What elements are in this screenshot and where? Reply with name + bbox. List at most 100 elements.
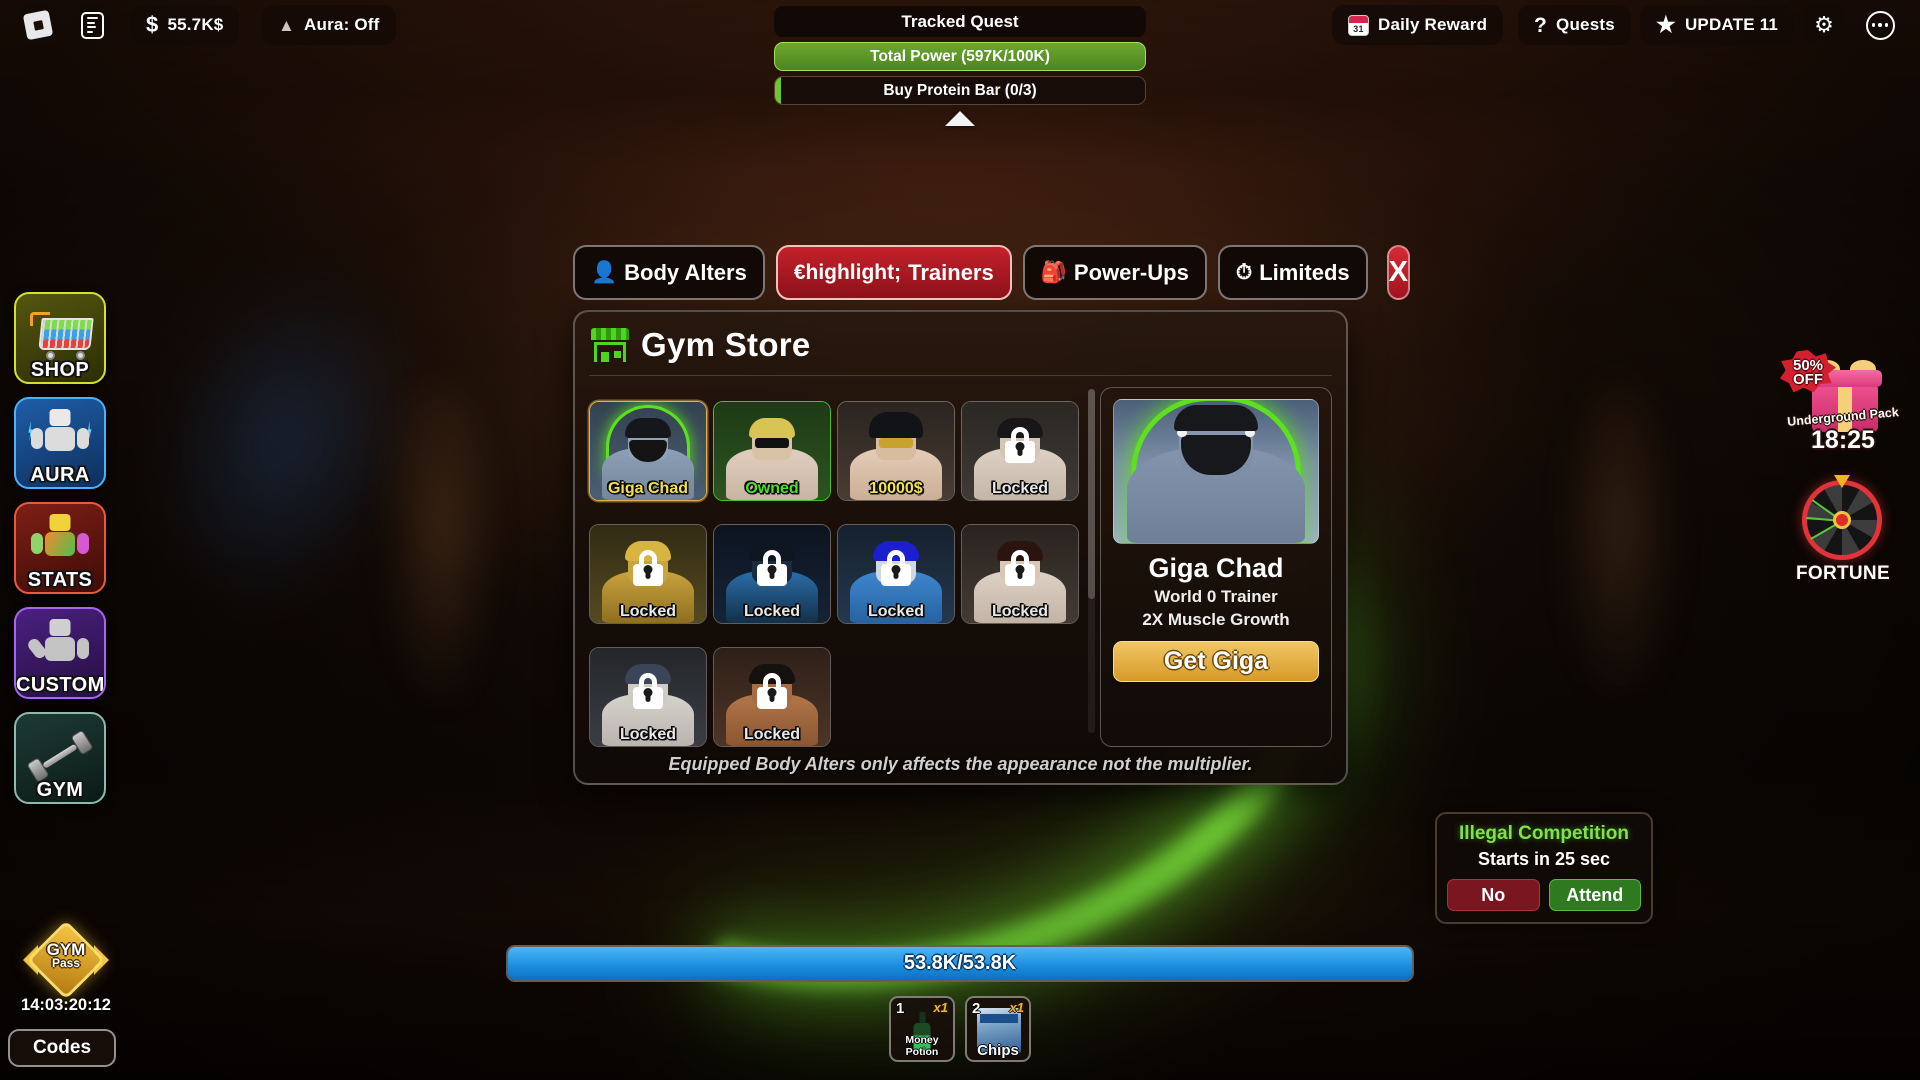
lock-icon bbox=[1005, 427, 1035, 464]
document-menu-icon bbox=[80, 11, 104, 39]
hotbar-slot-count: x1 bbox=[933, 1000, 948, 1015]
quests-button[interactable]: ? Quests bbox=[1518, 5, 1631, 45]
discount-suffix: OFF bbox=[1793, 371, 1823, 388]
store-item-card[interactable]: RoboLift 1000 Locked bbox=[713, 524, 831, 624]
tab-power-ups[interactable]: 🎒 Power-Ups bbox=[1022, 245, 1207, 300]
store-item-card[interactable]: Shmulk Slogan Owned bbox=[713, 401, 831, 501]
sidebar-item-label: CUSTOM bbox=[16, 674, 105, 696]
hotbar-slot-2[interactable]: 2 x1 Chips bbox=[965, 996, 1031, 1062]
store-scrollbar[interactable] bbox=[1088, 389, 1095, 733]
sidebar-item-label: SHOP bbox=[30, 359, 90, 381]
quest-objective-label: Buy Protein Bar (0/3) bbox=[883, 81, 1037, 99]
update-label: UPDATE 11 bbox=[1684, 15, 1779, 34]
sidebar-item-label: STATS bbox=[27, 569, 93, 591]
store-title: Gym Store bbox=[641, 326, 811, 363]
store-item-card[interactable]: Undeground Lifter 10000$ bbox=[837, 401, 955, 501]
quest-objective-label: Total Power (597K/100K) bbox=[870, 47, 1050, 65]
settings-button[interactable]: ⚙ bbox=[1804, 5, 1844, 45]
question-mark-icon: ? bbox=[1534, 13, 1548, 37]
gear-icon: ⚙ bbox=[1814, 12, 1834, 37]
item-status: Locked bbox=[743, 603, 800, 620]
item-status: Owned bbox=[745, 480, 799, 497]
aura-flame-icon: ▲ bbox=[278, 15, 296, 35]
xp-progress-bar: 53.8K/53.8K bbox=[506, 945, 1414, 982]
event-decline-button[interactable]: No bbox=[1447, 879, 1540, 911]
tab-label: Body Alters bbox=[624, 259, 747, 285]
hotbar-slot-key: 2 bbox=[972, 1000, 981, 1017]
dollar-icon: $ bbox=[146, 12, 159, 37]
lock-icon bbox=[757, 550, 787, 587]
top-bar: $ 55.7K$ ▲ Aura: Off 31 Daily Reward ? Q… bbox=[0, 0, 1920, 48]
hotbar-slot-count: x1 bbox=[1009, 1000, 1024, 1015]
close-store-button[interactable]: X bbox=[1386, 245, 1411, 300]
tab-body-alters[interactable]: 👤 Body Alters bbox=[573, 245, 765, 300]
daily-reward-button[interactable]: 31 Daily Reward bbox=[1332, 5, 1504, 45]
tab-label: Limiteds bbox=[1259, 259, 1350, 285]
roblox-logo-icon bbox=[22, 9, 54, 41]
item-detail-name: Giga Chad bbox=[1148, 553, 1284, 583]
roblox-logo-button[interactable] bbox=[18, 5, 58, 45]
store-item-grid: Giga Chad Giga Chad Shmulk Slogan Owned bbox=[589, 387, 1088, 747]
lock-icon bbox=[757, 673, 787, 710]
event-accept-button[interactable]: Attend bbox=[1548, 879, 1641, 911]
get-item-button[interactable]: Get Giga bbox=[1113, 641, 1319, 682]
store-item-card[interactable]: Giga Chad Giga Chad bbox=[589, 401, 707, 501]
store-header: Gym Store bbox=[589, 324, 1332, 376]
store-front-icon bbox=[591, 328, 629, 362]
more-options-button[interactable] bbox=[1860, 5, 1900, 45]
item-status: Locked bbox=[991, 480, 1048, 497]
sidebar-item-stats[interactable]: STATS bbox=[14, 502, 106, 594]
muscle-shirt-icon: 👤 bbox=[591, 261, 618, 284]
tab-label: Power-Ups bbox=[1073, 259, 1189, 285]
hotbar-slot-1[interactable]: 1 x1 Money Potion bbox=[889, 996, 955, 1062]
item-status: Giga Chad bbox=[607, 480, 688, 497]
lock-icon bbox=[633, 550, 663, 587]
chevron-up-icon[interactable] bbox=[945, 111, 975, 126]
promo-pack-timer: 18:25 bbox=[1811, 426, 1875, 454]
fortune-wheel-icon bbox=[1802, 475, 1882, 560]
store-item-card[interactable]: Red Hair Locked bbox=[961, 524, 1079, 624]
store-item-card[interactable]: Frog Lord Locked bbox=[589, 647, 707, 747]
item-status: Locked bbox=[743, 726, 800, 743]
sidebar-item-custom[interactable]: CUSTOM bbox=[14, 607, 106, 699]
store-tabs: 👤 Body Alters €highlight; Trainers 🎒 Pow… bbox=[573, 245, 1411, 300]
xp-progress-label: 53.8K/53.8K bbox=[903, 952, 1017, 974]
item-status: Locked bbox=[991, 603, 1048, 620]
sidebar-item-gym[interactable]: GYM bbox=[14, 712, 106, 804]
currency-chip[interactable]: $ 55.7K$ bbox=[130, 5, 240, 45]
sidebar-item-label: GYM bbox=[36, 779, 84, 801]
gym-pass-widget[interactable]: GYM Pass 14:03:20:12 bbox=[16, 918, 116, 1015]
left-sidebar: SHOP AURA STATS CUSTOM GYM bbox=[14, 292, 106, 804]
item-status: Locked bbox=[619, 726, 676, 743]
tab-trainers[interactable]: €highlight; Trainers bbox=[775, 245, 1012, 300]
stopwatch-icon: ⏱ bbox=[1235, 261, 1253, 284]
gym-store-modal: 👤 Body Alters €highlight; Trainers 🎒 Pow… bbox=[573, 245, 1411, 785]
sidebar-item-shop[interactable]: SHOP bbox=[14, 292, 106, 384]
event-popup: Illegal Competition Starts in 25 sec No … bbox=[1435, 812, 1653, 924]
aura-toggle-chip[interactable]: ▲ Aura: Off bbox=[262, 5, 396, 45]
item-status: Locked bbox=[619, 603, 676, 620]
currency-value: 55.7K$ bbox=[167, 15, 224, 34]
store-scrollbar-thumb[interactable] bbox=[1088, 389, 1095, 599]
event-actions: No Attend bbox=[1447, 879, 1641, 911]
event-countdown: Starts in 25 sec bbox=[1477, 849, 1611, 869]
daily-reward-label: Daily Reward bbox=[1378, 15, 1488, 34]
store-item-card[interactable]: Blue Emperor Locked bbox=[837, 524, 955, 624]
codes-button[interactable]: Codes bbox=[8, 1029, 116, 1067]
update-button[interactable]: ★ UPDATE 11 bbox=[1640, 5, 1795, 45]
tab-limiteds[interactable]: ⏱ Limiteds bbox=[1217, 245, 1368, 300]
gym-pass-badge-icon: GYM Pass bbox=[23, 918, 109, 1002]
quest-objective-pending[interactable]: Buy Protein Bar (0/3) bbox=[774, 76, 1146, 105]
fortune-wheel-widget[interactable]: FORTUNE bbox=[1796, 475, 1890, 585]
star-icon: ★ bbox=[1656, 12, 1676, 37]
promo-pack-widget[interactable]: 50% OFF Underground Pack 18:25 bbox=[1780, 348, 1902, 456]
store-item-card[interactable]: Sneak Build Locked bbox=[961, 401, 1079, 501]
hotbar: 1 x1 Money Potion 2 x1 Chips bbox=[889, 996, 1031, 1062]
store-item-card[interactable]: Gold Lifter Locked bbox=[589, 524, 707, 624]
menu-button[interactable] bbox=[72, 5, 112, 45]
sidebar-item-aura[interactable]: AURA bbox=[14, 397, 106, 489]
hotbar-slot-name: Money Potion bbox=[905, 1034, 939, 1058]
calendar-icon: 31 bbox=[1348, 14, 1369, 36]
person-icon: €highlight; bbox=[793, 261, 902, 284]
store-item-card[interactable]: Mr. Criminal Locked bbox=[713, 647, 831, 747]
